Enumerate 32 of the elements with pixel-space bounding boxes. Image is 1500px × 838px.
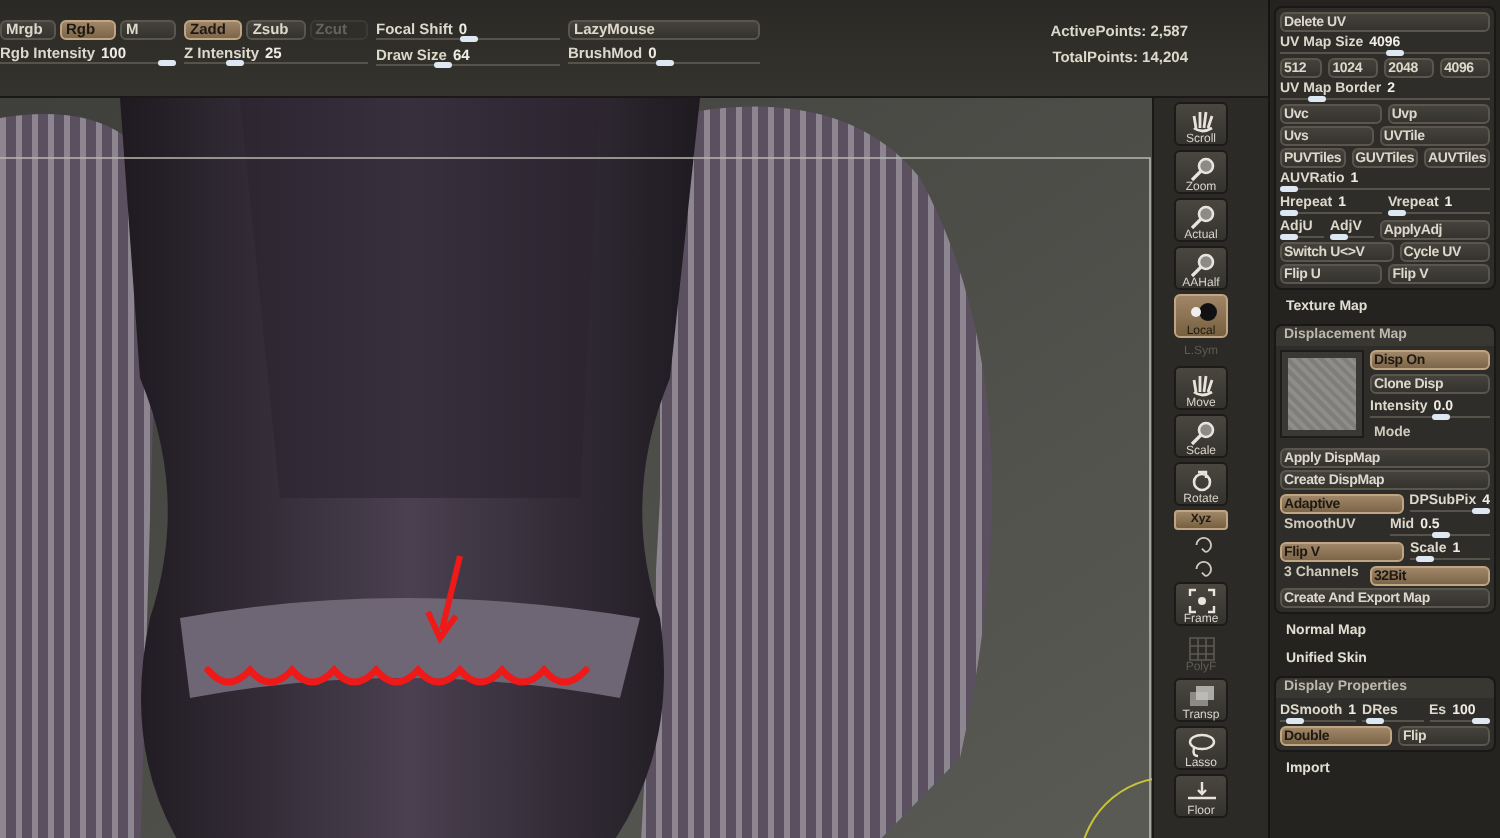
slider-thumb[interactable] xyxy=(1472,718,1491,724)
slider-thumb[interactable] xyxy=(1280,186,1298,192)
slider-thumb[interactable] xyxy=(655,60,673,66)
grid-icon xyxy=(1185,636,1218,662)
slider-thumb[interactable] xyxy=(158,60,176,66)
magnifier-icon xyxy=(1185,420,1218,446)
slider-thumb[interactable] xyxy=(1388,210,1406,216)
slider-thumb[interactable] xyxy=(1308,96,1327,102)
rotate-icon[interactable] xyxy=(1190,534,1213,554)
slider-thumb[interactable] xyxy=(434,62,453,68)
slider-thumb[interactable] xyxy=(1366,718,1385,724)
slider-thumb[interactable] xyxy=(1472,508,1490,514)
layers-icon xyxy=(1185,684,1218,710)
slider-thumb[interactable] xyxy=(1280,210,1298,216)
slider-thumb[interactable] xyxy=(1431,532,1449,538)
spheres-icon xyxy=(1185,300,1218,326)
slider-thumb[interactable] xyxy=(1280,234,1298,240)
magnifier-icon xyxy=(1185,204,1218,230)
slider-thumb[interactable] xyxy=(1431,414,1450,420)
rotate-icon[interactable] xyxy=(1190,558,1213,578)
texture-thumbnail[interactable] xyxy=(1280,350,1364,438)
annotation-arrow xyxy=(425,555,463,644)
slider-thumb[interactable] xyxy=(1385,50,1404,56)
magnifier-icon xyxy=(1185,156,1218,182)
magnifier-icon xyxy=(1185,252,1218,278)
slider-thumb[interactable] xyxy=(1285,718,1304,724)
lasso-icon xyxy=(1185,732,1218,758)
slider-thumb[interactable] xyxy=(225,60,244,66)
slider-thumb[interactable] xyxy=(1329,234,1348,240)
slider-thumb[interactable] xyxy=(459,36,477,42)
frame-icon xyxy=(1185,588,1218,614)
slider-thumb[interactable] xyxy=(1416,556,1435,562)
